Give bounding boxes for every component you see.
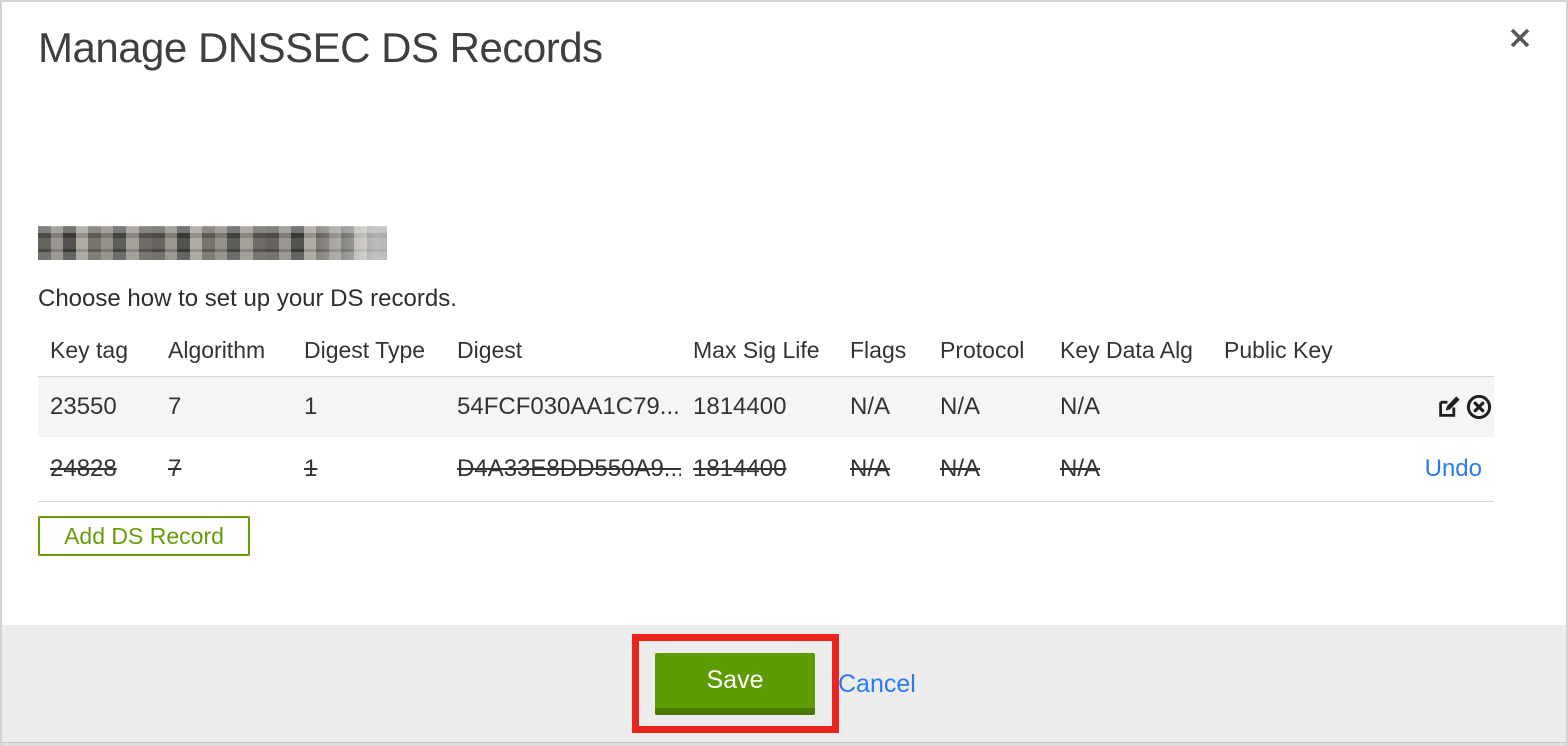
col-header-digest: Digest	[457, 337, 523, 364]
cell-digest: 54FCF030AA1C79...	[457, 392, 680, 420]
table-row-pending-delete: 24828 7 1 D4A33E8DD550A9... 1814400 N/A …	[38, 437, 1494, 501]
cell-key-tag: 23550	[50, 392, 117, 420]
cell-algorithm: 7	[168, 454, 182, 482]
ds-records-table-container: Key tag Algorithm Digest Type Digest Max…	[38, 326, 1494, 502]
cell-digest-type: 1	[304, 392, 318, 420]
modal-bottom-edge	[2, 742, 1566, 746]
undo-link[interactable]: Undo	[1425, 455, 1494, 482]
cell-max-sig-life: 1814400	[693, 392, 787, 420]
circled-x-glyph	[1466, 394, 1492, 420]
cell-public-key	[1212, 376, 1412, 437]
cell-max-sig-life: 1814400	[693, 454, 787, 482]
col-header-flags: Flags	[850, 337, 907, 364]
col-header-actions	[1412, 326, 1494, 376]
cancel-link[interactable]: Cancel	[838, 670, 916, 699]
col-header-algorithm: Algorithm	[168, 337, 266, 364]
add-ds-record-button[interactable]: Add DS Record	[38, 516, 250, 556]
col-header-key-tag: Key tag	[50, 337, 128, 364]
close-icon[interactable]	[1504, 22, 1536, 54]
cell-public-key	[1212, 437, 1412, 501]
table-row-active: 23550 7 1 54FCF030AA1C79... 1814400 N/A …	[38, 376, 1494, 437]
edit-icon[interactable]	[1435, 393, 1463, 421]
cell-flags: N/A	[850, 454, 891, 482]
row-actions: Undo	[1412, 437, 1494, 501]
redacted-domain-name	[38, 226, 387, 260]
manage-dnssec-ds-records-modal: Manage DNSSEC DS Records Choose how to s…	[0, 0, 1568, 746]
col-header-digest-type: Digest Type	[304, 337, 426, 364]
col-header-max-sig-life: Max Sig Life	[693, 337, 820, 364]
delete-icon[interactable]	[1465, 393, 1493, 421]
cell-digest: D4A33E8DD550A9...	[457, 454, 681, 482]
cell-algorithm: 7	[168, 392, 182, 420]
col-header-protocol: Protocol	[940, 337, 1025, 364]
edit-pencil-square-glyph	[1438, 396, 1460, 417]
cell-protocol: N/A	[940, 392, 981, 420]
page-title: Manage DNSSEC DS Records	[38, 24, 603, 71]
cell-key-tag: 24828	[50, 454, 117, 482]
modal-footer: Save Cancel	[2, 625, 1566, 742]
row-actions	[1412, 376, 1494, 437]
cell-key-data-alg: N/A	[1060, 454, 1101, 482]
ds-records-table: Key tag Algorithm Digest Type Digest Max…	[38, 326, 1494, 502]
col-header-key-data-alg: Key Data Alg	[1060, 337, 1193, 364]
instruction-text: Choose how to set up your DS records.	[38, 285, 457, 312]
cell-digest-type: 1	[304, 454, 318, 482]
cell-key-data-alg: N/A	[1060, 392, 1101, 420]
cell-protocol: N/A	[940, 454, 981, 482]
save-button[interactable]: Save	[655, 653, 815, 715]
close-x-glyph	[1510, 28, 1530, 48]
red-highlight-annotation: Save	[632, 634, 839, 733]
cell-flags: N/A	[850, 392, 891, 420]
table-header-row: Key tag Algorithm Digest Type Digest Max…	[38, 326, 1494, 376]
col-header-public-key: Public Key	[1224, 337, 1333, 364]
